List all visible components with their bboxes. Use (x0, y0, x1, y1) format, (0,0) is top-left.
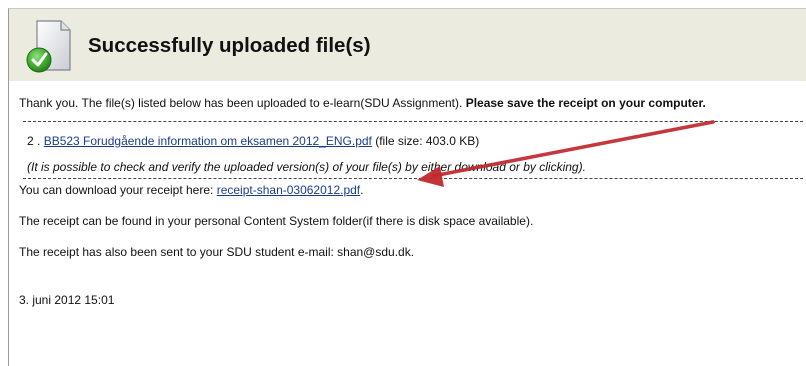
upload-date: 3. juni 2012 15:01 (19, 293, 115, 307)
intro-message: Thank you. The file(s) listed below has … (19, 96, 466, 110)
receipt-panel: Successfully uploaded file(s) Thank you.… (8, 8, 806, 366)
uploaded-file-item: 2 . BB523 Forudgående information om eks… (27, 134, 479, 148)
page-title: Successfully uploaded file(s) (88, 34, 371, 57)
uploaded-file-link[interactable]: BB523 Forudgående information om eksamen… (44, 134, 372, 148)
receipt-download-line: You can download your receipt here: rece… (19, 183, 363, 197)
divider-top (23, 121, 803, 122)
receipt-suffix: . (360, 183, 364, 197)
document-upload-success-icon (23, 18, 73, 76)
divider-bottom (23, 178, 803, 179)
file-index: 2 . (27, 134, 44, 148)
email-note: The receipt has also been sent to your S… (19, 245, 415, 259)
content-system-note: The receipt can be found in your persona… (19, 214, 534, 228)
receipt-prefix: You can download your receipt here: (19, 183, 217, 197)
verify-note: (It is possible to check and verify the … (27, 160, 586, 174)
intro-text: Thank you. The file(s) listed below has … (19, 96, 706, 110)
file-size: (file size: 403.0 KB) (371, 134, 480, 148)
save-receipt-notice: Please save the receipt on your computer… (465, 96, 706, 110)
header-bar: Successfully uploaded file(s) (9, 9, 806, 81)
receipt-download-link[interactable]: receipt-shan-03062012.pdf (217, 183, 360, 197)
